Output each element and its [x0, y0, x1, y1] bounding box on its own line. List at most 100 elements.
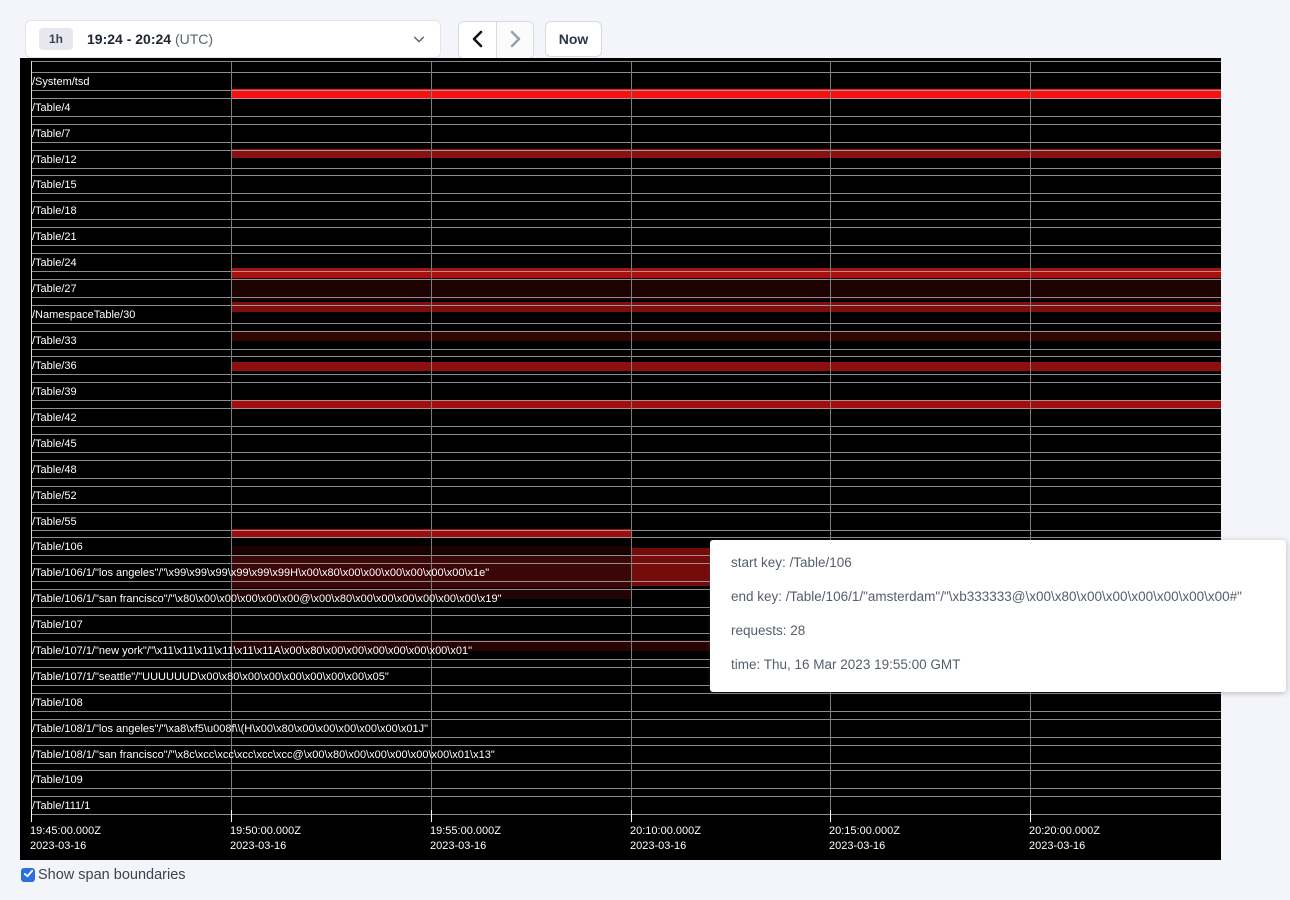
span-boundaries-control: Show span boundaries [21, 867, 186, 883]
row-label: /Table/21 [32, 231, 77, 243]
chevron-down-icon [412, 32, 426, 46]
show-span-boundaries-checkbox[interactable] [21, 868, 35, 882]
row-label: /Table/27 [32, 283, 77, 295]
row-label: /Table/24 [32, 257, 77, 269]
span-boundary-line [31, 788, 1221, 789]
span-boundary-line [31, 175, 1221, 176]
span-boundary-line [31, 193, 1221, 194]
row-label: /Table/48 [32, 464, 77, 476]
span-boundary-line [31, 253, 1221, 254]
row-label: /Table/106 [32, 541, 83, 553]
row-label: /Table/108/1/"los angeles"/"\xa8\xf5\u00… [32, 723, 428, 735]
span-boundary-line [31, 297, 1221, 298]
row-label: /Table/52 [32, 490, 77, 502]
span-boundary-line [31, 814, 1221, 815]
row-label: /Table/107/1/"seattle"/"UUUUUUD\x00\x80\… [32, 671, 389, 683]
span-boundary-line [31, 400, 1221, 401]
span-boundary-line [31, 271, 1221, 272]
span-boundary-line [31, 486, 1221, 487]
span-boundary-line [31, 382, 1221, 383]
time-range-label: 19:24 - 20:24 (UTC) [87, 31, 213, 47]
axis-label: 20:20:00.000Z 2023-03-16 [1029, 824, 1100, 854]
span-boundary-line [31, 305, 1221, 306]
axis-label: 20:10:00.000Z 2023-03-16 [630, 824, 701, 854]
span-boundary-line [31, 98, 1221, 99]
row-label: /Table/108/1/"san francisco"/"\x8c\xcc\x… [32, 749, 495, 761]
tooltip-end-key: end key: /Table/106/1/"amsterdam"/"\xb33… [731, 580, 1276, 614]
heat-band[interactable] [231, 331, 1221, 341]
span-boundary-line [31, 168, 1221, 169]
gridline [231, 61, 232, 821]
timezone-label: (UTC) [175, 31, 213, 47]
span-boundary-line [31, 201, 1221, 202]
row-label: /Table/7 [32, 128, 71, 140]
row-label: /NamespaceTable/30 [32, 309, 135, 321]
now-button[interactable]: Now [545, 21, 602, 57]
row-label: /Table/33 [32, 335, 77, 347]
gridline [631, 61, 632, 821]
row-label: /Table/36 [32, 360, 77, 372]
span-boundary-line [31, 426, 1221, 427]
row-label: /Table/18 [32, 205, 77, 217]
heatmap-canvas[interactable]: /System/tsd/Table/4/Table/7/Table/12/Tab… [20, 58, 1221, 860]
span-boundary-line [31, 349, 1221, 350]
span-boundary-line [31, 512, 1221, 513]
row-label: /Table/45 [32, 438, 77, 450]
toolbar: 1h 19:24 - 20:24 (UTC) Now [0, 0, 1290, 58]
axis-tick [1030, 810, 1031, 822]
span-boundary-line [31, 72, 1221, 73]
row-label: /Table/111/1 [32, 800, 90, 812]
span-boundary-line [31, 452, 1221, 453]
span-boundary-line [31, 460, 1221, 461]
span-boundary-line [31, 116, 1221, 117]
span-boundary-line [31, 279, 1221, 280]
span-boundary-line [31, 331, 1221, 332]
gridline [431, 61, 432, 821]
next-button[interactable] [496, 22, 533, 58]
row-label: /Table/4 [32, 102, 71, 114]
span-boundary-line [31, 142, 1221, 143]
time-range-value: 19:24 - 20:24 [87, 31, 171, 47]
span-boundary-line [31, 693, 1221, 694]
chevron-left-icon [470, 30, 486, 51]
heat-band[interactable] [231, 268, 1221, 278]
span-boundary-line [31, 745, 1221, 746]
axis-label: 20:15:00.000Z 2023-03-16 [829, 824, 900, 854]
show-span-boundaries-label: Show span boundaries [38, 867, 186, 883]
time-range-select[interactable]: 1h 19:24 - 20:24 (UTC) [25, 20, 441, 58]
row-label: /System/tsd [32, 76, 89, 88]
gridline [830, 61, 831, 821]
axis-tick [830, 810, 831, 822]
span-boundary-line [31, 530, 1221, 531]
axis-label: 19:55:00.000Z 2023-03-16 [430, 824, 501, 854]
row-label: /Table/108 [32, 697, 83, 709]
span-boundary-line [31, 737, 1221, 738]
span-boundary-line [31, 150, 1221, 151]
axis-tick [431, 810, 432, 822]
row-label: /Table/106/1/"los angeles"/"\x99\x99\x99… [32, 567, 489, 579]
row-label: /Table/15 [32, 179, 77, 191]
span-boundary-line [31, 478, 1221, 479]
axis-label: 19:45:00.000Z 2023-03-16 [30, 824, 101, 854]
span-boundary-line [31, 245, 1221, 246]
prev-button[interactable] [459, 22, 496, 58]
heat-band[interactable] [231, 362, 1221, 371]
span-boundary-line [31, 763, 1221, 764]
span-boundary-line [31, 356, 1221, 357]
duration-badge: 1h [39, 28, 73, 50]
span-boundary-line [31, 227, 1221, 228]
span-boundary-line [31, 434, 1221, 435]
axis-label: 19:50:00.000Z 2023-03-16 [230, 824, 301, 854]
span-boundary-line [31, 537, 1221, 538]
span-boundary-line [31, 90, 1221, 91]
tooltip-requests: requests: 28 [731, 614, 1276, 648]
span-boundary-line [31, 796, 1221, 797]
heat-band[interactable] [231, 302, 1221, 312]
gridline [1030, 61, 1031, 821]
row-label: /Table/42 [32, 412, 77, 424]
span-boundary-line [31, 504, 1221, 505]
axis-tick [231, 810, 232, 822]
cell-tooltip: start key: /Table/106 end key: /Table/10… [710, 540, 1286, 692]
row-label: /Table/107/1/"new york"/"\x11\x11\x11\x1… [32, 645, 472, 657]
span-boundary-line [31, 219, 1221, 220]
